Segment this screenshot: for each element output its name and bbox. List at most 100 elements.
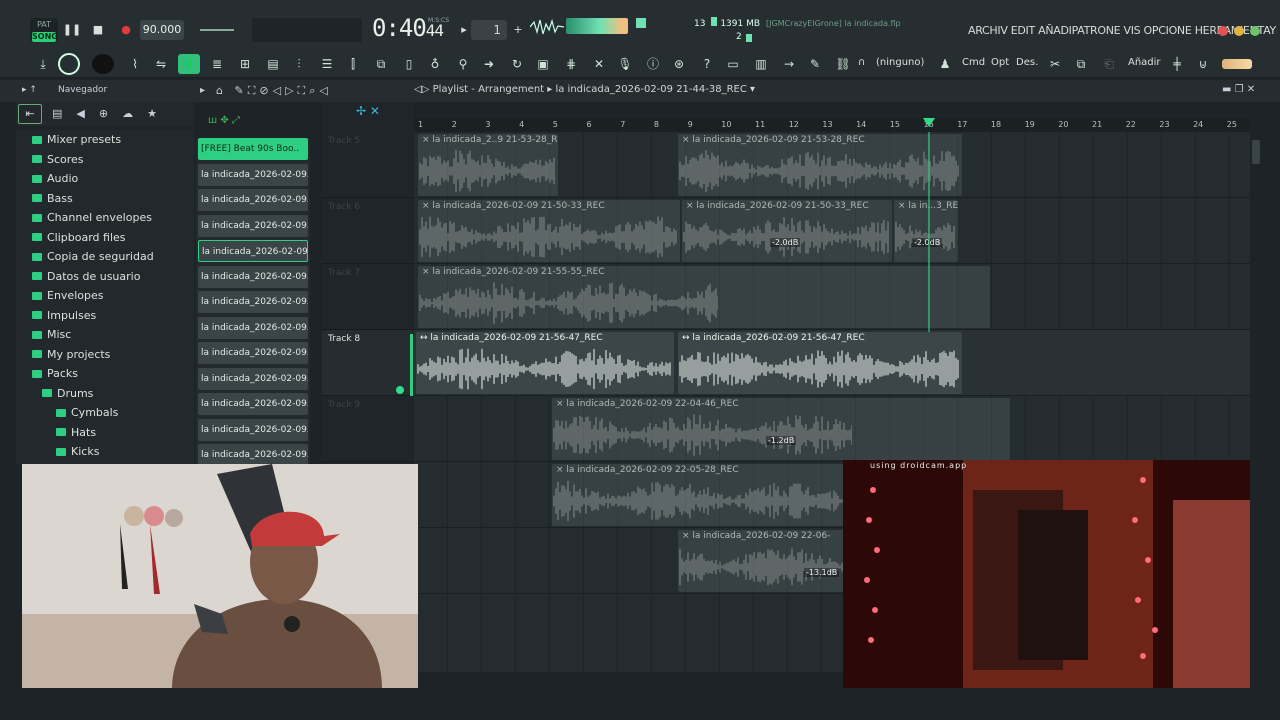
pattern-item[interactable]: la indicada_2026-02-09.. [198, 265, 308, 288]
undo-button[interactable]: Des. [1016, 57, 1038, 68]
playlist-arrow-icon[interactable]: ▸ [200, 85, 205, 96]
tempo-display[interactable]: 90.000 [140, 20, 184, 40]
browser-item[interactable]: Copia de seguridad [16, 247, 194, 267]
tip-icon[interactable]: ⊛ [668, 54, 690, 74]
track-header[interactable]: Track 7 [322, 264, 412, 330]
plugin-picker-icon[interactable]: ⫿ [342, 54, 364, 74]
audio-clip[interactable]: × la in...3_REC-2.0dB [894, 200, 958, 262]
help-icon[interactable]: ? [696, 54, 718, 74]
pattern-selector[interactable]: 1 [471, 20, 507, 40]
user-icon[interactable]: ♟ [934, 54, 956, 74]
pattern-item[interactable]: la indicada_2026-02-09.. [198, 342, 308, 364]
add-pattern-icon[interactable]: + [508, 20, 528, 40]
minimize-window-icon[interactable] [1234, 26, 1244, 36]
master-pitch-knob[interactable] [92, 54, 114, 74]
preset-selector[interactable]: (ninguno) [876, 57, 924, 68]
maximize-window-icon[interactable] [1250, 26, 1260, 36]
stop-button[interactable]: ■ [88, 20, 108, 40]
audio-clip[interactable]: × la indicada_2026-02-09 21-53-28_REC [678, 134, 962, 196]
track-header[interactable]: Track 9 [322, 396, 412, 462]
browser-item[interactable]: My projects [16, 345, 194, 365]
paste-icon[interactable]: ⎗ [1098, 54, 1120, 74]
timeline-ruler[interactable]: 1 2 3 4 5 6 7 8 9 10 11 12 13 14 15 16 17 18 19 20 21 22 23 24 2… [414, 118, 1250, 132]
pause-button[interactable]: ❚❚ [62, 20, 82, 40]
arrow-right-icon[interactable]: ➜ [478, 54, 500, 74]
browser-item[interactable]: Envelopes [16, 286, 194, 306]
pattern-item[interactable]: la indicada_2026-02-09.. [198, 418, 308, 441]
cpu-panel-button[interactable] [1222, 59, 1252, 69]
browser-item[interactable]: Scores [16, 150, 194, 170]
browser-item[interactable]: Kicks [16, 442, 194, 462]
pattern-item[interactable]: la indicada_2026-02-09.. [198, 189, 308, 211]
keyboard-icon[interactable]: ▥ [750, 54, 772, 74]
back-arrow-icon[interactable]: ▸ ↑ [22, 85, 37, 95]
link-icon[interactable]: ⛓ [832, 54, 854, 74]
pattern-item[interactable]: la indicada_2026-02-09.. [198, 316, 308, 339]
master-pitch-slider[interactable] [200, 29, 234, 31]
pattern-item[interactable]: la indicada_2026-02-09.. [198, 214, 308, 237]
record-button[interactable]: ● [116, 20, 136, 40]
record-panel-icon[interactable]: ▭ [722, 54, 744, 74]
save-icon[interactable]: ▣ [532, 54, 554, 74]
mixer-icon[interactable]: ⫶ [288, 54, 310, 74]
download-icon[interactable]: ⤓ [32, 54, 54, 74]
piano-roll-icon[interactable]: ⊞ [234, 54, 256, 74]
store-icon[interactable]: ⊍ [1192, 54, 1214, 74]
tree-icon[interactable]: ⧉ [370, 54, 392, 74]
copy-icon[interactable]: ⧉ [1070, 54, 1092, 74]
track-mute-led[interactable] [396, 386, 404, 394]
browser-item[interactable]: Bass [16, 189, 194, 209]
playlist-icon[interactable]: ≣ [206, 54, 228, 74]
main-menu[interactable]: ARCHIV EDIT AÑADIPATRONE VIS OPCIONE HER… [968, 24, 1276, 37]
browser-item[interactable]: Audio [16, 169, 194, 189]
playhead-line[interactable] [928, 132, 930, 332]
audio-clip[interactable]: × la indicada_2026-02-09 21-50-33_REC -2.… [682, 200, 892, 262]
channel-rack-icon[interactable]: ▤ [262, 54, 284, 74]
add-button[interactable]: Añadir [1128, 57, 1161, 68]
browser-icon[interactable]: ☰ [316, 54, 338, 74]
next-icon[interactable]: → [778, 54, 800, 74]
snap-toggle-icon[interactable]: ╪ [1166, 54, 1188, 74]
close-window-icon[interactable] [1218, 26, 1228, 36]
marker-icon[interactable]: ♁ [424, 54, 446, 74]
pattern-item[interactable]: [FREE] Beat 90s Boo.. [198, 138, 308, 160]
track-header[interactable]: Track 6 [322, 198, 412, 264]
song-mode-toggle[interactable]: PAT SONG [30, 18, 58, 42]
browser-item[interactable]: Cymbals [16, 403, 194, 423]
loop-icon[interactable]: ⇋ [150, 54, 172, 74]
browser-item[interactable]: Misc [16, 325, 194, 345]
audio-clip[interactable]: × la indicada_2026-02-09 22-04-46_REC -1.… [552, 398, 1010, 460]
refresh-icon[interactable]: ↻ [506, 54, 528, 74]
browser-filter-icons[interactable]: ▤◀⊕☁★ [52, 107, 171, 120]
playhead-marker-icon[interactable] [923, 118, 935, 127]
pattern-item[interactable]: la indicada_2026-02-09.. [198, 444, 308, 466]
browser-back-icon[interactable]: ⇤ [18, 104, 42, 124]
track-tools-icon[interactable]: ✢ ✕ [356, 104, 380, 118]
link-channels-icon[interactable]: ⋕ [560, 54, 582, 74]
browser-item[interactable]: Clipboard files [16, 228, 194, 248]
snap-icon[interactable]: ♯ [178, 54, 200, 74]
pattern-item[interactable]: la indicada_2026-02-09.. [198, 291, 308, 313]
metronome-icon[interactable]: ✕ [588, 54, 610, 74]
browser-item[interactable]: Drums [16, 384, 194, 404]
graph-icon[interactable]: ⌇ [124, 54, 146, 74]
audio-clip[interactable]: × la indicada_2026-02-09 21-50-33_REC [418, 200, 680, 262]
browser-item[interactable]: Datos de usuario [16, 267, 194, 287]
playlist-tools[interactable]: ⌂ ✎⛶⊘◁▷⛶⌕◁ [216, 84, 332, 98]
cut-icon[interactable]: ✂ [1044, 54, 1066, 74]
opt-button[interactable]: Opt [991, 57, 1009, 68]
browser-item[interactable]: Packs [16, 364, 194, 384]
project-icon[interactable]: ▯ [398, 54, 420, 74]
audio-clip[interactable]: × la indicada_2026-02-09 21-55-55_REC [418, 266, 990, 328]
pattern-item[interactable]: la indicada_2026-02-09.. [198, 393, 308, 415]
microphone-icon[interactable]: 🎙 [614, 54, 636, 74]
pattern-item[interactable]: la indicada_2026-02-09.. [198, 367, 308, 390]
pattern-tool-icons[interactable]: ш ✥ ⤢ [208, 115, 240, 126]
cmd-button[interactable]: Cmd [962, 57, 985, 68]
audio-clip[interactable]: × la indicada_2..9 21-53-28_REC [418, 134, 558, 196]
browser-item[interactable]: Channel envelopes [16, 208, 194, 228]
track-header[interactable]: Track 5 [322, 132, 412, 198]
pattern-item[interactable]: la indicada_2026-02-09.. [198, 163, 308, 186]
master-volume-knob[interactable] [58, 53, 80, 75]
playlist-scrollbar[interactable] [1252, 140, 1260, 164]
